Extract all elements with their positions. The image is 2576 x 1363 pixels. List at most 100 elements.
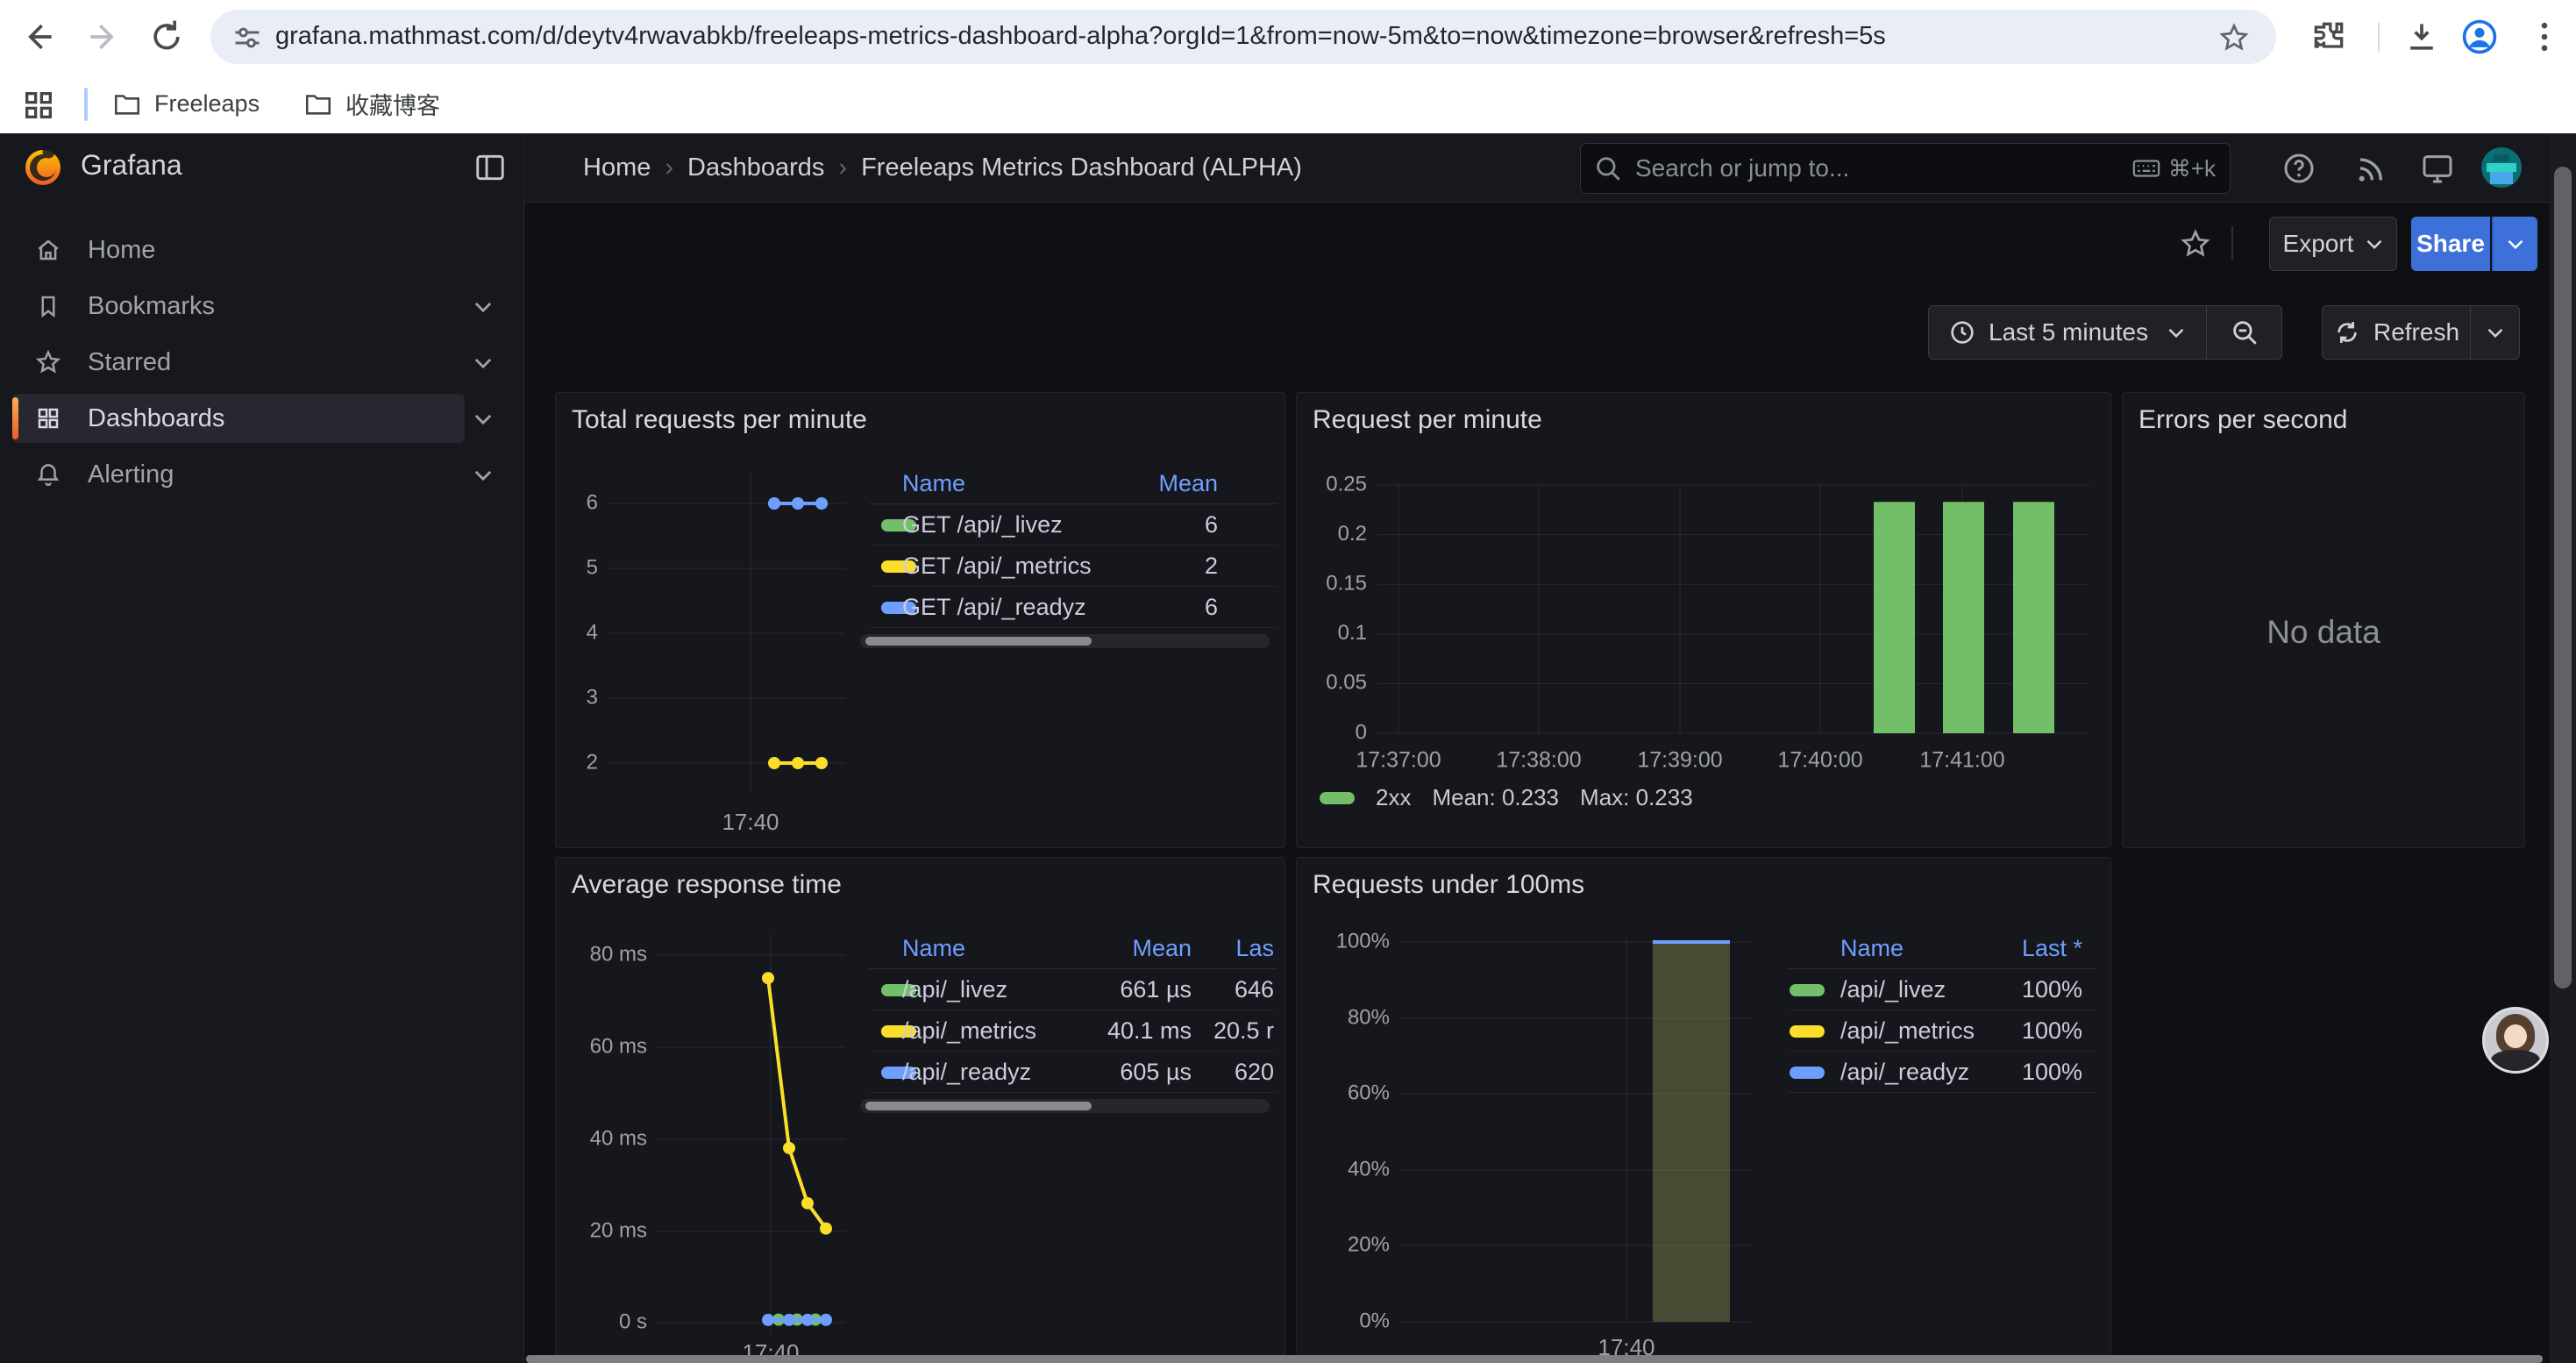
svg-text:60%: 60% — [1348, 1081, 1390, 1104]
toolbar-divider — [2231, 226, 2233, 260]
table-row[interactable]: /api/_metrics100% — [1788, 1010, 2096, 1052]
table-row[interactable]: GET /api/_readyz6 — [869, 586, 1277, 628]
apps-grid-icon[interactable] — [21, 88, 56, 123]
chevron-down-icon[interactable] — [473, 357, 493, 369]
column-header[interactable]: Name — [1840, 935, 1904, 962]
breadcrumb-dashboards[interactable]: Dashboards — [687, 153, 824, 182]
url-bar[interactable]: grafana.mathmast.com/d/deytv4rwavabkb/fr… — [210, 10, 2276, 64]
tv-kiosk-icon[interactable] — [2420, 151, 2455, 186]
chevron-down-icon — [2366, 239, 2383, 250]
news-icon[interactable] — [2352, 151, 2387, 186]
breadcrumb: Home › Dashboards › Freeleaps Metrics Da… — [583, 133, 1302, 202]
column-header[interactable]: Name — [902, 935, 965, 962]
grafana-logo-icon[interactable] — [23, 147, 63, 188]
chevron-down-icon[interactable] — [473, 413, 493, 425]
folder-icon — [112, 89, 142, 118]
horizontal-scrollbar-thumb[interactable] — [526, 1355, 2543, 1363]
reload-icon[interactable] — [147, 18, 186, 56]
sidebar-item-alerting[interactable]: Alerting — [0, 450, 523, 499]
column-header[interactable]: Name — [902, 470, 965, 497]
table-row[interactable]: /api/_livez661 µs646 — [869, 968, 1277, 1010]
screenshot-root: grafana.mathmast.com/d/deytv4rwavabkb/fr… — [0, 0, 2576, 1363]
legend-series-label[interactable]: 2xx — [1376, 784, 1411, 811]
refresh-label: Refresh — [2373, 318, 2459, 346]
column-header[interactable]: Last * — [1907, 935, 2082, 962]
bookmarks-bar: Freeleaps 收藏博客 — [0, 74, 2576, 134]
no-data-message: No data — [2123, 614, 2524, 651]
series-value: 6 — [1042, 594, 1218, 621]
profile-icon[interactable] — [2460, 18, 2499, 56]
svg-text:60 ms: 60 ms — [590, 1034, 647, 1058]
column-header[interactable]: Las — [1099, 935, 1274, 962]
zoom-out-button[interactable] — [2207, 305, 2282, 360]
share-menu-button[interactable] — [2492, 217, 2537, 271]
svg-text:0 s: 0 s — [619, 1309, 647, 1333]
favorite-star-icon[interactable] — [2180, 228, 2211, 260]
breadcrumb-home[interactable]: Home — [583, 153, 651, 182]
table-row[interactable]: /api/_readyz605 µs620 — [869, 1051, 1277, 1093]
help-icon[interactable] — [2281, 151, 2316, 186]
svg-text:0.25: 0.25 — [1326, 472, 1367, 496]
share-button[interactable]: Share — [2411, 217, 2490, 271]
svg-text:17:40:00: 17:40:00 — [1777, 748, 1862, 773]
series-name: GET /api/_livez — [902, 511, 1063, 539]
refresh-button[interactable]: Refresh — [2322, 305, 2471, 360]
svg-text:5: 5 — [587, 555, 598, 579]
time-range-picker[interactable]: Last 5 minutes — [1928, 305, 2207, 360]
site-settings-icon[interactable] — [231, 22, 263, 54]
breadcrumb-page-title: Freeleaps Metrics Dashboard (ALPHA) — [861, 153, 1302, 182]
folder-icon — [303, 89, 333, 118]
export-button[interactable]: Export — [2269, 217, 2397, 271]
table-row[interactable]: GET /api/_livez6 — [869, 503, 1277, 546]
bookmark-star-icon[interactable] — [2218, 22, 2250, 54]
svg-text:0%: 0% — [1359, 1309, 1390, 1332]
chevron-down-icon[interactable] — [473, 301, 493, 313]
table-row[interactable]: /api/_readyz100% — [1788, 1051, 2096, 1093]
table-header: NameLast * — [1788, 931, 2096, 969]
chevron-down-icon[interactable] — [473, 469, 493, 482]
brand-name: Grafana — [81, 149, 182, 182]
table-hscrollbar-thumb[interactable] — [865, 637, 1092, 646]
svg-text:17:37:00: 17:37:00 — [1356, 748, 1441, 773]
user-avatar[interactable] — [2481, 147, 2522, 188]
svg-text:100%: 100% — [1336, 929, 1390, 953]
zoom-out-icon — [2230, 318, 2259, 347]
legend-mean: Mean: 0.233 — [1432, 784, 1559, 811]
chevron-down-icon — [2507, 239, 2524, 250]
table-row[interactable]: /api/_livez100% — [1788, 968, 2096, 1010]
chart-legend[interactable]: 2xx Mean: 0.233 Max: 0.233 — [1320, 784, 1693, 811]
table-row[interactable]: /api/_metrics40.1 ms20.5 r — [869, 1010, 1277, 1052]
sidebar-item-bookmarks[interactable]: Bookmarks — [0, 282, 523, 331]
bookmark-folder-blogs[interactable]: 收藏博客 — [303, 84, 440, 123]
table-hscrollbar-thumb[interactable] — [865, 1102, 1092, 1110]
grid-icon — [35, 405, 61, 432]
downloads-icon[interactable] — [2402, 18, 2441, 56]
column-header[interactable]: Mean — [1042, 470, 1218, 497]
browser-menu-icon[interactable] — [2525, 18, 2564, 56]
svg-text:20%: 20% — [1348, 1232, 1390, 1256]
back-icon[interactable] — [19, 18, 58, 56]
search-shortcut: ⌘+k — [2131, 153, 2216, 183]
chart-request-per-minute[interactable]: 0.250.20.150.10.05017:37:0017:38:0017:39… — [1297, 393, 2110, 847]
sidebar-item-dashboards[interactable]: Dashboards — [0, 394, 523, 443]
sidebar-item-starred[interactable]: Starred — [0, 338, 523, 387]
extensions-icon[interactable] — [2309, 18, 2348, 56]
svg-text:4: 4 — [587, 620, 598, 644]
page-scrollbar-thumb[interactable] — [2554, 167, 2572, 988]
table-row[interactable]: GET /api/_metrics2 — [869, 545, 1277, 587]
toolbar-divider — [2378, 23, 2380, 53]
sidebar-toggle-icon[interactable] — [473, 151, 507, 184]
svg-text:0.15: 0.15 — [1326, 572, 1367, 596]
svg-text:2: 2 — [587, 750, 598, 774]
panel-title[interactable]: Errors per second — [2138, 405, 2347, 435]
sidebar-item-home[interactable]: Home — [0, 225, 523, 275]
bookmark-folder-freeleaps[interactable]: Freeleaps — [112, 84, 260, 123]
forward-icon[interactable] — [84, 18, 123, 56]
search-input[interactable]: Search or jump to... ⌘+k — [1580, 143, 2231, 194]
series-color-pill — [1790, 1025, 1825, 1038]
url-text[interactable]: grafana.mathmast.com/d/deytv4rwavabkb/fr… — [275, 22, 1886, 51]
refresh-interval-button[interactable] — [2471, 305, 2520, 360]
floating-assistant-avatar[interactable] — [2482, 1007, 2549, 1074]
bookmark-icon — [35, 293, 61, 319]
series-name: /api/_livez — [902, 976, 1007, 1003]
